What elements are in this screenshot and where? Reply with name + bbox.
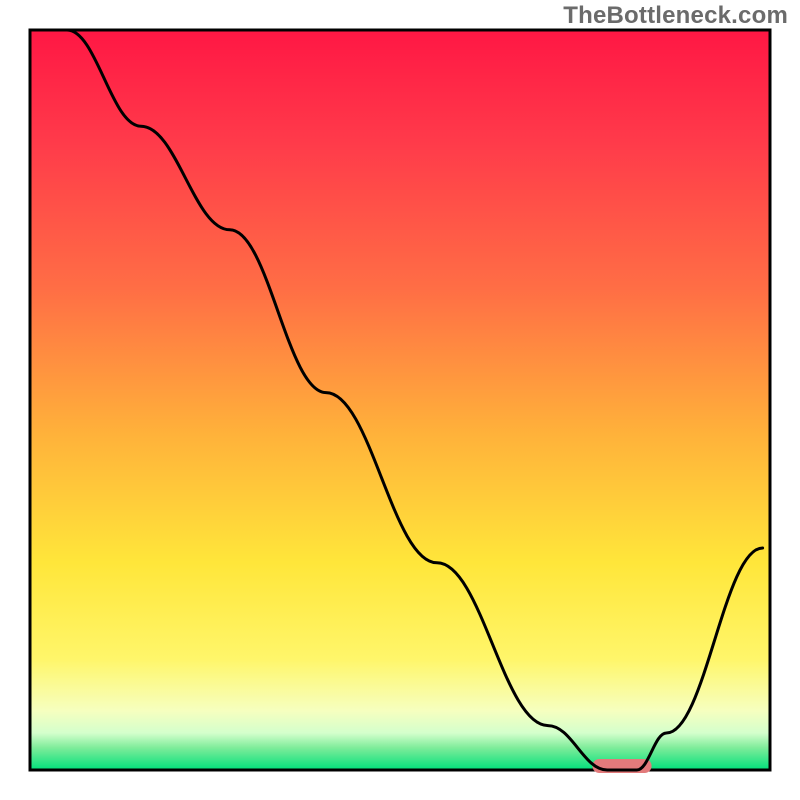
chart-svg [0,0,800,800]
chart-container: TheBottleneck.com [0,0,800,800]
watermark-text: TheBottleneck.com [563,2,788,30]
plot-background [30,30,770,770]
